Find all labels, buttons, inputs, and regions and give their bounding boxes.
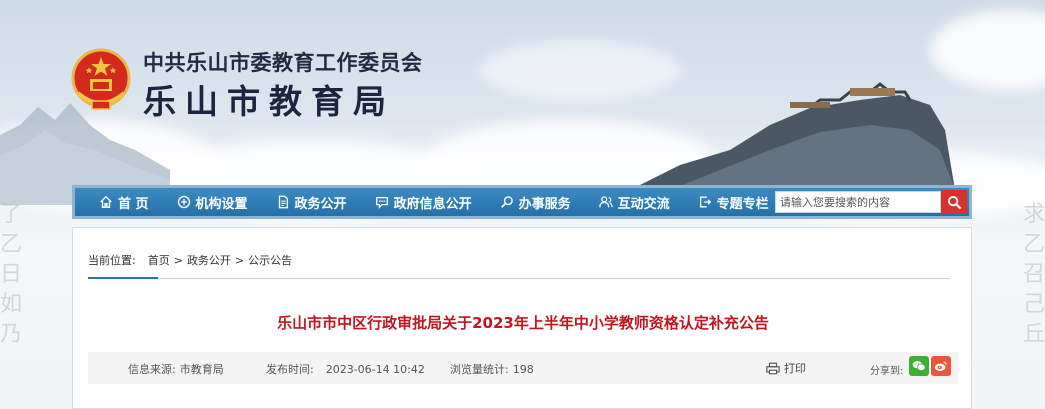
printer-icon — [766, 362, 780, 374]
print-button[interactable]: 打印 — [766, 360, 806, 376]
nav-item-label: 专题专栏 — [716, 196, 769, 212]
home-icon — [100, 195, 112, 208]
nav-item-label: 首 页 — [118, 196, 149, 212]
breadcrumb-separator: > — [234, 253, 245, 267]
nav-item-services[interactable]: 办事服务 — [486, 188, 585, 216]
search-input[interactable] — [775, 191, 941, 213]
search-icon — [500, 196, 513, 208]
chat-icon — [375, 196, 388, 209]
breadcrumb: 当前位置: 首页 > 政务公开 > 公示公告 — [88, 252, 292, 268]
meta-view-count: 浏览量统计: 198 — [450, 363, 534, 376]
nav-item-label: 机构设置 — [195, 196, 248, 212]
article-panel: 当前位置: 首页 > 政务公开 > 公示公告 乐山市市中区行政审批局关于2023… — [72, 227, 972, 409]
breadcrumb-separator: > — [173, 253, 183, 267]
breadcrumb-label: 当前位置: — [88, 254, 136, 267]
export-icon — [699, 196, 711, 208]
nav-item-label: 政府信息公开 — [393, 196, 472, 212]
breadcrumb-link-home[interactable]: 首页 — [148, 252, 170, 268]
ink-calligraphy-left: 了乙日如乃 — [0, 202, 23, 347]
search-button[interactable] — [941, 190, 967, 214]
share-weibo-button[interactable] — [931, 356, 951, 376]
nav-item-gov-affairs[interactable]: 政务公开 — [262, 188, 361, 216]
nav-item-interaction[interactable]: 互动交流 — [585, 188, 684, 216]
breadcrumb-link-announcements[interactable]: 公示公告 — [248, 252, 292, 268]
meta-publish-time: 发布时间: 2023-06-14 10:42 — [266, 363, 425, 376]
users-icon — [598, 196, 613, 208]
share-wechat-button[interactable] — [909, 356, 929, 376]
nav-item-label: 办事服务 — [518, 196, 571, 212]
weibo-icon — [934, 361, 947, 371]
divider — [88, 278, 950, 279]
meta-source: 信息来源: 市教育局 — [128, 363, 224, 376]
national-emblem-icon — [71, 48, 131, 110]
nav-item-home[interactable]: 首 页 — [85, 188, 163, 216]
search-icon — [947, 195, 961, 209]
article-title: 乐山市市中区行政审批局关于2023年上半年中小学教师资格认定补充公告 — [277, 314, 769, 332]
breadcrumb-link-gov-affairs[interactable]: 政务公开 — [187, 252, 231, 268]
wechat-icon — [912, 361, 926, 371]
document-icon — [278, 195, 288, 209]
nav-item-label: 互动交流 — [617, 196, 670, 212]
nav-item-label: 政务公开 — [294, 196, 347, 212]
plus-circle-icon — [177, 195, 190, 209]
org-name-small: 中共乐山市委教育工作委员会 — [143, 51, 423, 75]
site-title: 乐山市教育局 — [143, 82, 395, 121]
mountain-peak-decoration — [630, 82, 955, 190]
nav-item-gov-info[interactable]: 政府信息公开 — [361, 188, 486, 216]
nav-item-organization[interactable]: 机构设置 — [163, 188, 262, 216]
nav-item-special-topics[interactable]: 专题专栏 — [684, 188, 783, 216]
article-meta-bar: 信息来源: 市教育局 发布时间: 2023-06-14 10:42 浏览量统计: 19… — [88, 352, 958, 384]
print-label: 打印 — [784, 362, 806, 375]
main-nav: 首 页 机构设置 政务公开 政府信息公开 办事服务 互动交流 专题专栏 — [72, 185, 972, 219]
divider-accent — [88, 277, 158, 279]
ink-calligraphy-right: 求乙召己丘 — [1022, 202, 1045, 347]
share-label: 分享到: — [870, 366, 904, 377]
